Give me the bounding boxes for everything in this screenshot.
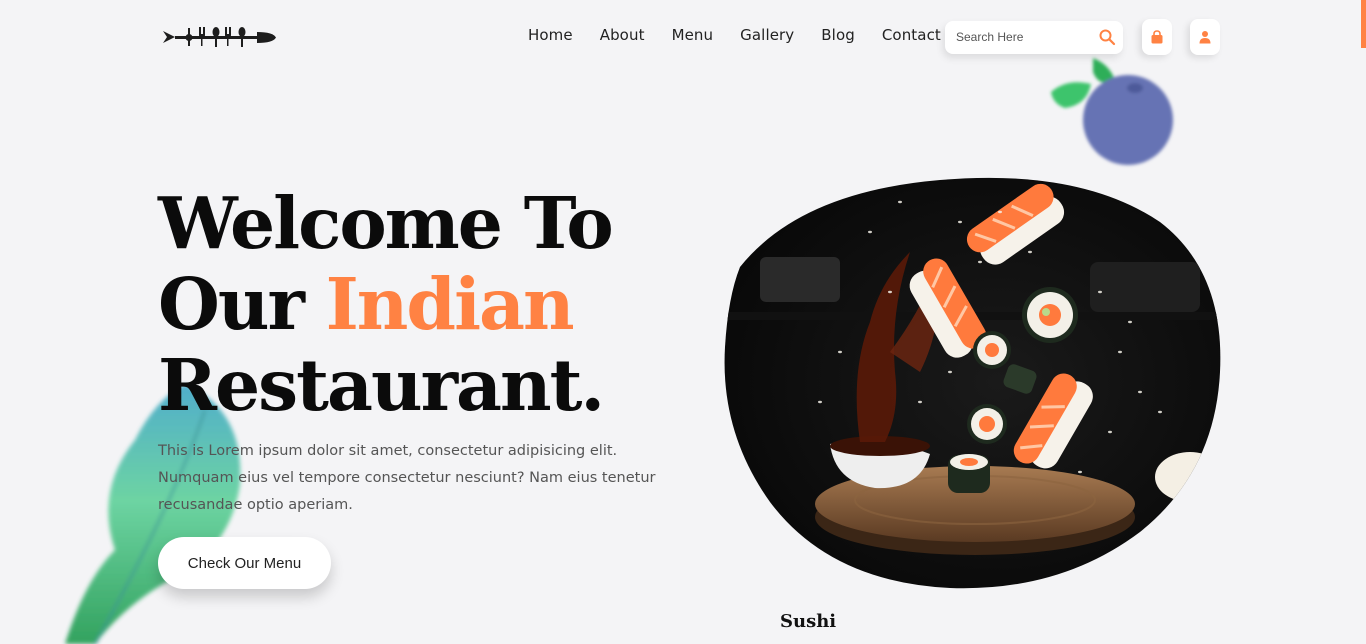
blueberry-decoration xyxy=(1051,58,1173,165)
cutlery-fish-logo-icon[interactable] xyxy=(161,23,277,51)
search-input[interactable] xyxy=(954,29,1098,45)
hero-title-line3: Restaurant. xyxy=(158,343,605,427)
user-icon xyxy=(1199,31,1211,44)
user-button[interactable] xyxy=(1190,19,1220,55)
dish-caption: Sushi xyxy=(780,611,837,632)
nav-contact[interactable]: Contact xyxy=(882,26,941,44)
nav-blog[interactable]: Blog xyxy=(821,26,855,44)
hero-title-line2-prefix: Our xyxy=(158,262,326,346)
nav-home[interactable]: Home xyxy=(528,26,573,44)
nav-about[interactable]: About xyxy=(600,26,645,44)
hero-description: This is Lorem ipsum dolor sit amet, cons… xyxy=(158,443,656,513)
nav-menu[interactable]: Menu xyxy=(672,26,714,44)
check-menu-button[interactable]: Check Our Menu xyxy=(158,537,331,589)
main-nav: Home About Menu Gallery Blog Contact xyxy=(528,26,968,44)
sushi-image xyxy=(724,177,1221,589)
hero-title-line1: Welcome To xyxy=(158,181,614,265)
nav-gallery[interactable]: Gallery xyxy=(740,26,794,44)
search-icon[interactable] xyxy=(1098,28,1116,46)
hero-title-accent: Indian xyxy=(325,262,575,346)
hero-title: Welcome To Our Indian Restaurant. xyxy=(158,181,614,427)
shopping-bag-icon xyxy=(1151,30,1163,44)
